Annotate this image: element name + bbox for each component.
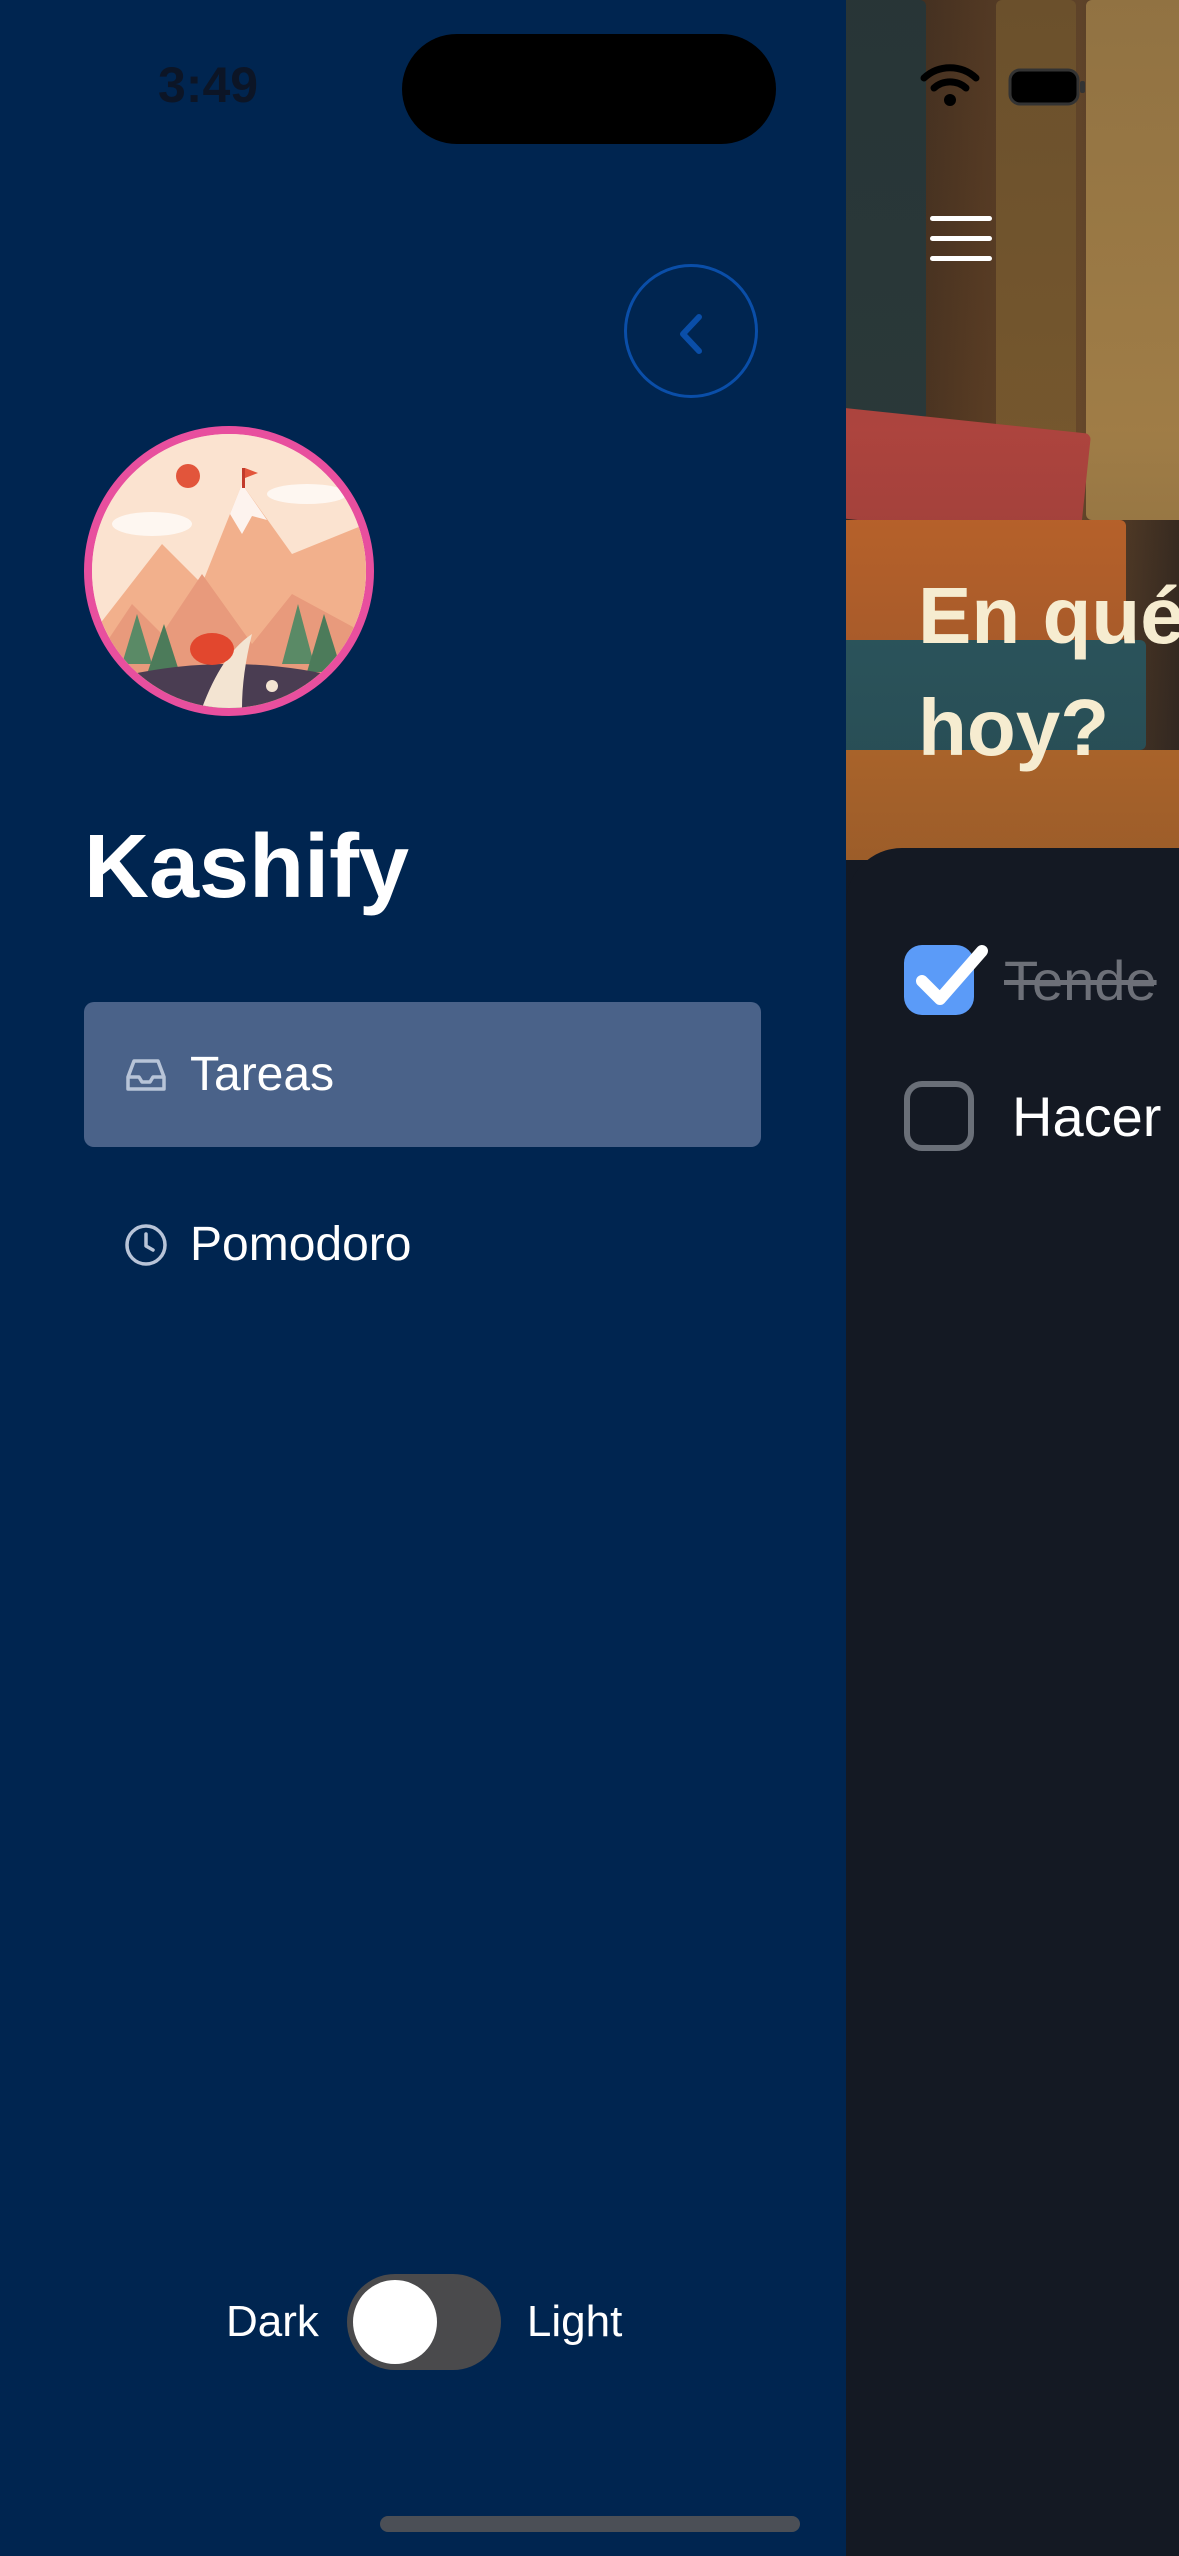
wifi-icon [920, 64, 980, 106]
hero-banner: En qué hoy? [846, 0, 1179, 860]
app-name: Kashify [84, 817, 410, 917]
avatar [84, 426, 374, 716]
theme-toggle[interactable] [346, 2274, 501, 2370]
task-item[interactable]: Hacer [904, 1076, 1161, 1156]
chevron-left-icon [680, 314, 702, 354]
checkbox-checked[interactable] [904, 945, 988, 1015]
nav-item-pomodoro[interactable]: Pomodoro [84, 1172, 761, 1317]
mountain-illustration [92, 434, 366, 708]
dark-label: Dark [226, 2297, 319, 2346]
nav-label: Tareas [190, 1048, 335, 1101]
main-heading: En qué hoy? [918, 571, 1179, 772]
main-screen: En qué hoy? Tende Hacer [846, 0, 1179, 2556]
task-text: Tende [1004, 948, 1157, 1012]
task-sheet: Tende Hacer [846, 848, 1179, 2556]
battery-icon [1008, 68, 1086, 106]
checkmark-icon [916, 945, 988, 1005]
task-item[interactable]: Tende [904, 940, 1157, 1020]
status-time: 3:49 [158, 57, 259, 113]
inbox-icon [126, 1058, 166, 1091]
hamburger-menu-icon[interactable] [930, 216, 992, 264]
clock-icon [125, 1223, 167, 1266]
theme-switcher: Dark Light [226, 2274, 622, 2370]
checkbox-unchecked[interactable] [904, 1081, 974, 1151]
task-text: Hacer [1012, 1084, 1162, 1148]
light-label: Light [526, 2297, 623, 2346]
nav-item-tareas[interactable]: Tareas [84, 1002, 761, 1147]
navigation-drawer: 3:49 Kashify Tareas Pomodoro Dark Light [0, 0, 846, 2556]
nav-label: Pomodoro [190, 1218, 412, 1271]
home-indicator[interactable] [380, 2516, 800, 2532]
dynamic-island [402, 34, 776, 144]
status-icons [920, 62, 1088, 113]
toggle-knob [352, 2280, 437, 2364]
close-drawer-button[interactable] [624, 264, 758, 398]
